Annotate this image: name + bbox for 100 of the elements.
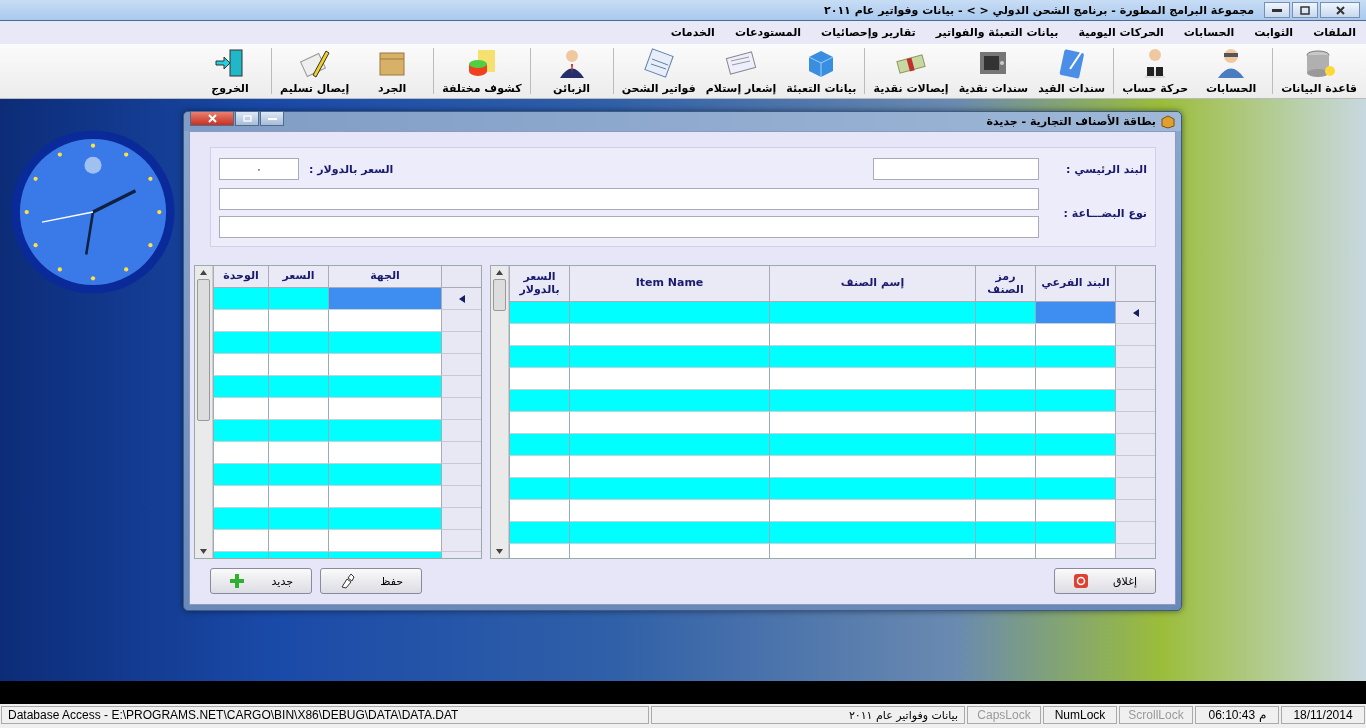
- table-cell[interactable]: [268, 354, 328, 376]
- table-cell[interactable]: [328, 332, 441, 354]
- table-cell[interactable]: [569, 456, 769, 478]
- column-header[interactable]: السعر بالدولار: [509, 266, 569, 302]
- toolbar-button[interactable]: الزبائن: [533, 44, 610, 98]
- column-header[interactable]: الوحدة: [213, 266, 268, 288]
- scroll-bar[interactable]: [491, 266, 509, 558]
- toolbar-button[interactable]: حركة حساب: [1117, 44, 1194, 98]
- toolbar-button[interactable]: كشوف مختلفة: [437, 44, 527, 98]
- table-cell[interactable]: [328, 464, 441, 486]
- table-cell[interactable]: [1035, 500, 1115, 522]
- toolbar-button[interactable]: الجرد: [354, 44, 431, 98]
- scroll-bar[interactable]: [195, 266, 213, 558]
- toolbar-button[interactable]: فواتير الشحن: [616, 44, 701, 98]
- scroll-thumb[interactable]: [493, 279, 506, 311]
- table-cell[interactable]: [569, 522, 769, 544]
- column-header[interactable]: رمز الصنف: [975, 266, 1035, 302]
- table-cell[interactable]: [213, 508, 268, 530]
- toolbar-button[interactable]: الخروج: [192, 44, 269, 98]
- table-cell[interactable]: [569, 434, 769, 456]
- scroll-up-icon[interactable]: [200, 270, 207, 275]
- table-cell[interactable]: [1035, 412, 1115, 434]
- goods-type-field[interactable]: [219, 188, 1039, 210]
- menu-item[interactable]: الحركات اليومية: [1078, 26, 1164, 39]
- table-cell[interactable]: [769, 412, 975, 434]
- table-cell[interactable]: [975, 390, 1035, 412]
- table-cell[interactable]: [268, 486, 328, 508]
- menu-item[interactable]: الخدمات: [670, 26, 715, 39]
- table-cell[interactable]: [509, 478, 569, 500]
- menu-item[interactable]: الملفات: [1313, 26, 1356, 39]
- toolbar-button[interactable]: سندات نقدية: [953, 44, 1034, 98]
- table-cell[interactable]: [328, 420, 441, 442]
- menu-item[interactable]: تقارير وإحصائيات: [821, 26, 916, 39]
- price-field[interactable]: ٠: [219, 158, 299, 180]
- table-cell[interactable]: [268, 508, 328, 530]
- toolbar-button[interactable]: إشعار إستلام: [700, 44, 782, 98]
- table-cell[interactable]: [769, 368, 975, 390]
- table-cell[interactable]: [268, 332, 328, 354]
- column-header[interactable]: إسم الصنف: [769, 266, 975, 302]
- table-cell[interactable]: [975, 456, 1035, 478]
- table-cell[interactable]: [213, 420, 268, 442]
- table-cell[interactable]: [509, 434, 569, 456]
- scroll-thumb[interactable]: [197, 279, 210, 421]
- save-button[interactable]: حفظ: [320, 568, 422, 594]
- table-cell[interactable]: [769, 346, 975, 368]
- close-button[interactable]: [1320, 2, 1360, 18]
- maximize-button[interactable]: [235, 111, 259, 126]
- table-cell[interactable]: [509, 302, 569, 324]
- table-cell[interactable]: [509, 324, 569, 346]
- toolbar-button[interactable]: سندات القيد: [1033, 44, 1111, 98]
- menu-item[interactable]: المستودعات: [734, 26, 802, 39]
- table-cell[interactable]: [509, 522, 569, 544]
- table-cell[interactable]: [975, 522, 1035, 544]
- table-cell[interactable]: [975, 478, 1035, 500]
- table-cell[interactable]: [268, 398, 328, 420]
- table-cell[interactable]: [569, 324, 769, 346]
- table-cell[interactable]: [328, 376, 441, 398]
- table-cell[interactable]: [509, 456, 569, 478]
- table-cell[interactable]: [328, 530, 441, 552]
- table-cell[interactable]: [213, 354, 268, 376]
- column-header[interactable]: الجهة: [328, 266, 441, 288]
- table-cell[interactable]: [569, 302, 769, 324]
- table-cell[interactable]: [268, 310, 328, 332]
- table-cell[interactable]: [509, 390, 569, 412]
- table-cell[interactable]: [1035, 456, 1115, 478]
- table-cell[interactable]: [975, 368, 1035, 390]
- toolbar-button[interactable]: الحسابات: [1193, 44, 1270, 98]
- table-cell[interactable]: [268, 442, 328, 464]
- table-cell[interactable]: [328, 398, 441, 420]
- table-cell[interactable]: [975, 302, 1035, 324]
- table-cell[interactable]: [509, 368, 569, 390]
- table-cell[interactable]: [769, 478, 975, 500]
- scroll-down-icon[interactable]: [496, 549, 503, 554]
- table-cell[interactable]: [328, 486, 441, 508]
- table-cell[interactable]: [1035, 434, 1115, 456]
- table-cell[interactable]: [1035, 522, 1115, 544]
- table-cell[interactable]: [213, 486, 268, 508]
- table-cell[interactable]: [213, 464, 268, 486]
- column-header[interactable]: السعر: [268, 266, 328, 288]
- table-cell[interactable]: [569, 412, 769, 434]
- row-header[interactable]: [1115, 302, 1155, 324]
- table-cell[interactable]: [769, 434, 975, 456]
- table-cell[interactable]: [975, 412, 1035, 434]
- table-cell[interactable]: [328, 354, 441, 376]
- toolbar-button[interactable]: إيصال تسليم: [275, 44, 355, 98]
- table-cell[interactable]: [268, 420, 328, 442]
- table-cell[interactable]: [509, 412, 569, 434]
- scroll-up-icon[interactable]: [496, 270, 503, 275]
- minimize-button[interactable]: [1264, 2, 1290, 18]
- table-cell[interactable]: [769, 500, 975, 522]
- table-cell[interactable]: [569, 390, 769, 412]
- table-cell[interactable]: [268, 376, 328, 398]
- table-cell[interactable]: [769, 302, 975, 324]
- table-cell[interactable]: [569, 368, 769, 390]
- table-cell[interactable]: [213, 398, 268, 420]
- table-cell[interactable]: [268, 464, 328, 486]
- menu-item[interactable]: بيانات التعبئة والفواتير: [935, 26, 1059, 39]
- toolbar-button[interactable]: إيصالات نقدية: [868, 44, 954, 98]
- table-cell[interactable]: [1035, 302, 1115, 324]
- table-cell[interactable]: [213, 376, 268, 398]
